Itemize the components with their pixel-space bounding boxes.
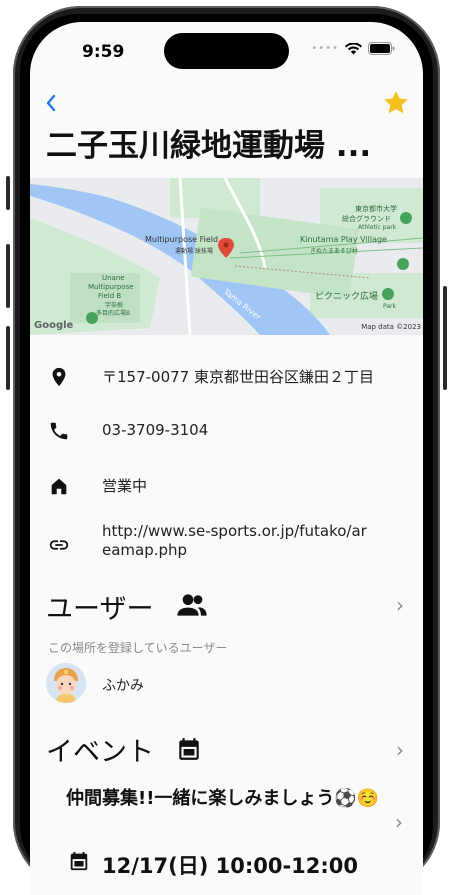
user-name[interactable]: ふかみ bbox=[102, 675, 144, 695]
users-section-subtitle: この場所を登録しているユーザー bbox=[48, 641, 228, 655]
event-time: 12/17(日) 10:00-12:00 bbox=[102, 854, 359, 878]
event-title: 仲間募集!!一緒に楽しみましょう⚽☺️ bbox=[66, 788, 380, 809]
calendar-icon bbox=[179, 738, 199, 760]
map-label: Field B bbox=[98, 292, 122, 300]
map-label: ピクニック広場 bbox=[315, 292, 379, 302]
screen: 9:59 •••• 二子玉川緑地運動場 ... Multipurpose Fie… bbox=[30, 22, 423, 895]
map-label: Multipurpose bbox=[88, 283, 134, 291]
volume-down-button bbox=[6, 326, 10, 390]
dynamic-island bbox=[164, 33, 289, 69]
map-label: 総合グラウンド bbox=[342, 215, 391, 223]
home-icon bbox=[51, 478, 67, 495]
map-attribution: Map data ©2023 bbox=[361, 323, 421, 331]
nav-bar bbox=[30, 84, 423, 124]
map-graphic bbox=[30, 178, 423, 335]
users-section-header[interactable]: ユーザー › bbox=[46, 587, 408, 627]
url-link[interactable]: http://www.se-sports.or.jp/futako/areama… bbox=[102, 522, 372, 560]
map-label: 東京都市大学 bbox=[355, 205, 397, 213]
favorite-button[interactable] bbox=[381, 88, 411, 118]
map-label: Kinutama Play Village bbox=[300, 235, 387, 244]
address-text: 〒157-0077 東京都世田谷区鎌田２丁目 bbox=[102, 368, 374, 386]
battery-icon bbox=[368, 42, 395, 55]
mute-switch bbox=[6, 176, 10, 210]
location-pin-icon bbox=[52, 367, 66, 387]
events-section-title: イベント bbox=[46, 737, 154, 768]
google-logo: Google bbox=[34, 320, 74, 331]
phone-icon bbox=[50, 422, 68, 440]
map-label: 多目的広場B bbox=[96, 310, 131, 317]
open-status-text: 営業中 bbox=[102, 477, 148, 495]
phone-frame: 9:59 •••• 二子玉川緑地運動場 ... Multipurpose Fie… bbox=[0, 0, 453, 895]
link-icon bbox=[49, 540, 69, 550]
chevron-left-icon bbox=[46, 94, 56, 112]
avatar[interactable] bbox=[46, 663, 86, 703]
events-section-header[interactable]: イベント › bbox=[46, 730, 408, 770]
map-label: Park bbox=[383, 303, 396, 310]
map-label: Unane bbox=[102, 274, 125, 282]
wifi-icon bbox=[345, 42, 362, 55]
status-bar: 9:59 •••• bbox=[30, 22, 423, 76]
power-button bbox=[443, 286, 447, 390]
user-avatar-image bbox=[46, 663, 86, 703]
map-view[interactable]: Multipurpose Field 運動場 球技場 東京都市大学 総合グラウン… bbox=[30, 178, 423, 335]
map-label: Multipurpose Field bbox=[145, 235, 219, 244]
back-button[interactable] bbox=[40, 88, 70, 118]
chevron-right-icon: › bbox=[396, 738, 404, 762]
page-title: 二子玉川緑地運動場 ... bbox=[46, 128, 372, 164]
chevron-right-icon: › bbox=[396, 593, 404, 617]
map-label: 運動場 球技場 bbox=[175, 248, 213, 255]
map-label: きぬたまあそび村 bbox=[310, 248, 358, 255]
group-icon bbox=[177, 594, 207, 616]
star-icon bbox=[384, 91, 408, 114]
signal-icon: •••• bbox=[311, 43, 339, 54]
users-section-title: ユーザー bbox=[46, 594, 154, 625]
status-time: 9:59 bbox=[82, 42, 125, 62]
calendar-icon bbox=[70, 851, 88, 871]
chevron-right-icon: › bbox=[395, 810, 403, 834]
volume-up-button bbox=[6, 244, 10, 308]
map-label: Athletic park bbox=[358, 224, 397, 231]
phone-text: 03-3709-3104 bbox=[102, 421, 209, 439]
event-card[interactable]: 仲間募集!!一緒に楽しみましょう⚽☺️ › 12/17(日) 10:00-12:… bbox=[30, 782, 423, 895]
